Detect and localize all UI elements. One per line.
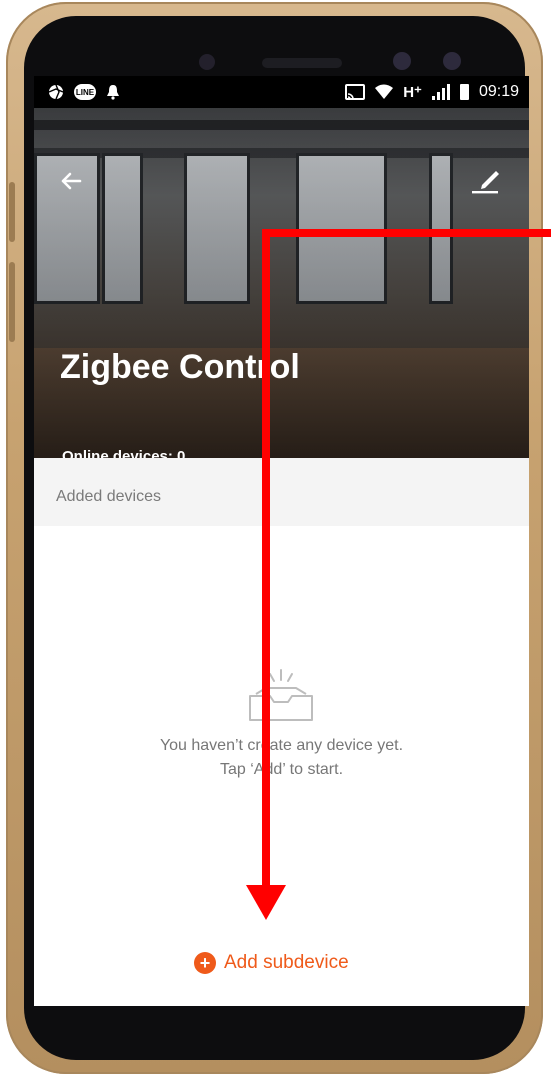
aperture-icon xyxy=(48,84,64,100)
power-button xyxy=(9,262,15,342)
plus-circle-icon: + xyxy=(194,952,216,974)
arrow-left-icon xyxy=(61,172,82,190)
sensor-dot xyxy=(393,52,411,70)
image-shade xyxy=(34,108,529,458)
page-title: Zigbee Control xyxy=(60,348,300,386)
pencil-icon xyxy=(472,171,499,194)
add-subdevice-label: Add subdevice xyxy=(224,952,349,973)
back-button[interactable] xyxy=(56,166,86,196)
signal-icon xyxy=(431,84,450,100)
wifi-icon xyxy=(375,84,394,100)
empty-state-message: You haven’t create any device yet. Tap ‘… xyxy=(34,734,529,782)
line-icon: LINE xyxy=(74,84,96,100)
status-bar: LINE H⁺ 09:19 xyxy=(34,76,529,108)
bell-icon xyxy=(106,84,120,100)
network-type-label: H⁺ xyxy=(403,84,422,101)
edit-button[interactable] xyxy=(470,164,502,196)
sensor-dot xyxy=(443,52,461,70)
section-header: Added devices xyxy=(34,458,529,526)
add-subdevice-button[interactable]: + Add subdevice xyxy=(194,952,349,974)
section-label: Added devices xyxy=(56,488,161,505)
empty-box-icon xyxy=(246,664,316,724)
clock-time: 09:19 xyxy=(478,83,519,100)
empty-state-line2: Tap ‘Add’ to start. xyxy=(219,761,344,778)
room-header-image: Zigbee Control Online devices: 0 xyxy=(34,108,529,465)
cast-icon xyxy=(345,84,366,100)
battery-icon xyxy=(459,84,469,100)
speaker-grille xyxy=(262,58,342,68)
volume-button xyxy=(9,182,15,242)
app-screen: LINE H⁺ 09:19 Zigbee Control Online devi… xyxy=(34,76,529,1006)
front-camera xyxy=(199,54,215,70)
empty-state-line1: You haven’t create any device yet. xyxy=(159,737,404,754)
